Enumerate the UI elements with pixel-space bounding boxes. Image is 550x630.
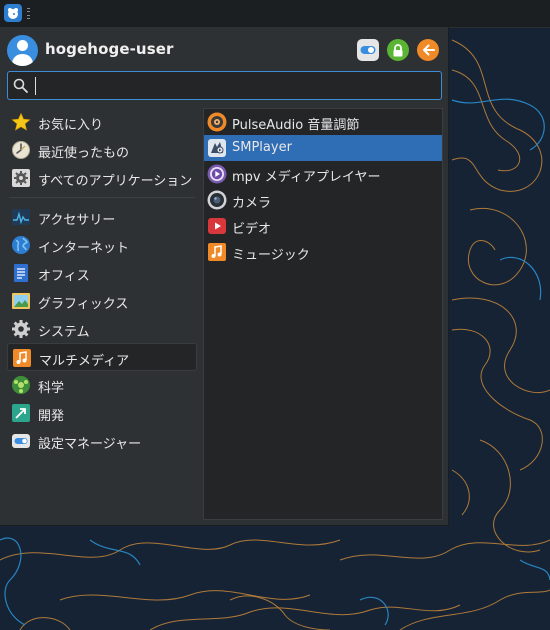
category-label: グラフィックス	[38, 297, 129, 312]
category-label: アクセサリー	[38, 213, 116, 228]
category-internet[interactable]: インターネット	[7, 231, 197, 259]
app-camera[interactable]: カメラ	[204, 187, 442, 213]
recent-clock-icon	[12, 141, 30, 159]
mpv-play-icon	[207, 164, 227, 184]
toggle-icon	[360, 46, 376, 54]
app-smplayer[interactable]: SMPlayer	[204, 135, 442, 161]
category-favorites[interactable]: お気に入り	[7, 108, 197, 136]
category-system[interactable]: システム	[7, 315, 197, 343]
development-icon	[12, 404, 30, 422]
text-caret	[35, 77, 36, 95]
camera-icon	[207, 190, 227, 210]
category-multimedia[interactable]: マルチメディア	[7, 343, 197, 371]
category-graphics[interactable]: グラフィックス	[7, 287, 197, 315]
settings-manager-button[interactable]	[357, 39, 379, 61]
category-list: お気に入り 最近使ったもの すべてのアプリケーション アクセサリー インターネッ…	[7, 108, 197, 455]
globe-icon	[12, 236, 30, 254]
lock-icon	[393, 43, 403, 56]
mouse-logo-icon	[8, 8, 18, 19]
app-label: mpv メディアプレイヤー	[232, 170, 381, 185]
app-label: SMPlayer	[232, 140, 292, 155]
speaker-icon	[207, 112, 227, 132]
category-office[interactable]: オフィス	[7, 259, 197, 287]
application-menu: hogehoge-user お気に入り 最近使ったもの すべてのアプリケーション…	[0, 27, 449, 526]
arrow-left-icon	[422, 44, 435, 56]
app-pulseaudio-volume-control[interactable]: PulseAudio 音量調節	[204, 109, 442, 135]
search-input[interactable]	[38, 75, 442, 98]
category-all-applications[interactable]: すべてのアプリケーション	[7, 164, 197, 192]
search-icon	[13, 78, 28, 93]
category-settings-manager[interactable]: 設定マネージャー	[7, 427, 197, 455]
app-video[interactable]: ビデオ	[204, 213, 442, 239]
music-note-icon	[13, 349, 31, 367]
music-icon	[208, 243, 226, 261]
log-out-button[interactable]	[417, 39, 439, 61]
app-music[interactable]: ミュージック	[204, 239, 442, 265]
category-separator	[9, 197, 195, 198]
application-list: PulseAudio 音量調節 SMPlayer mpv メディアプレイヤー カ…	[203, 108, 443, 520]
all-apps-gear-icon	[12, 169, 30, 187]
category-label: オフィス	[38, 269, 90, 284]
category-label: 設定マネージャー	[38, 437, 142, 452]
search-field[interactable]	[7, 71, 442, 100]
category-label: マルチメディア	[39, 354, 130, 369]
category-development[interactable]: 開発	[7, 399, 197, 427]
smplayer-icon	[208, 139, 226, 157]
panel-drag-handle[interactable]	[27, 8, 32, 19]
app-label: カメラ	[232, 196, 272, 211]
user-avatar	[7, 35, 38, 66]
top-panel	[0, 0, 550, 28]
star-icon	[11, 112, 31, 131]
category-label: 開発	[38, 409, 65, 424]
app-label: ミュージック	[232, 248, 310, 263]
lock-screen-button[interactable]	[387, 39, 409, 61]
image-icon	[12, 293, 30, 309]
gear-icon	[12, 320, 30, 338]
category-label: すべてのアプリケーション	[38, 174, 193, 189]
settings-toggle-icon	[12, 434, 30, 448]
category-accessories[interactable]: アクセサリー	[7, 203, 197, 231]
category-recent[interactable]: 最近使ったもの	[7, 136, 197, 164]
app-label: PulseAudio 音量調節	[232, 118, 360, 133]
category-label: お気に入り	[38, 118, 104, 133]
whisker-menu-launcher[interactable]	[4, 4, 22, 22]
app-label: ビデオ	[232, 222, 272, 237]
accessories-icon	[12, 209, 30, 225]
document-icon	[14, 264, 28, 282]
category-label: インターネット	[38, 241, 130, 256]
category-label: 科学	[38, 381, 65, 396]
app-mpv-media-player[interactable]: mpv メディアプレイヤー	[204, 161, 442, 187]
category-label: 最近使ったもの	[38, 146, 130, 161]
category-science[interactable]: 科学	[7, 371, 197, 399]
video-icon	[208, 218, 226, 234]
category-label: システム	[38, 325, 90, 340]
science-icon	[12, 376, 30, 394]
username: hogehoge-user	[45, 40, 174, 58]
